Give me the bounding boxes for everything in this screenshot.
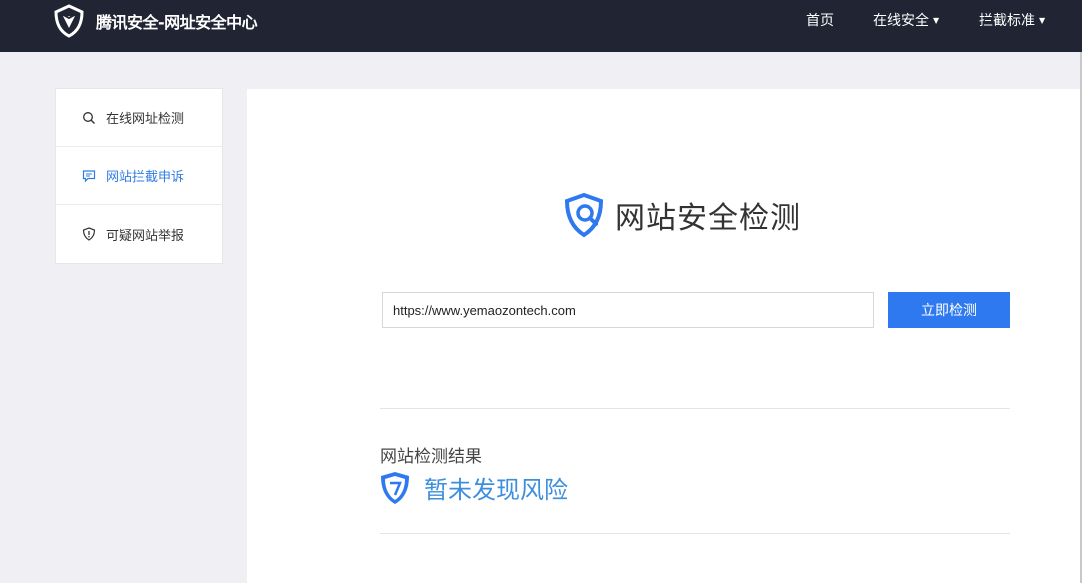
search-icon [83,111,95,124]
sidebar-menu: 在线网址检测 网站拦截申诉 可疑网站举报 [55,88,223,264]
sidebar-item-url-check[interactable]: 在线网址检测 [56,89,222,147]
shield-search-icon [564,192,604,238]
nav-online-security[interactable]: 在线安全 ▼ [873,0,939,40]
nav-home[interactable]: 首页 [806,0,834,40]
brand-name: 腾讯安全-网址安全中心 [96,13,258,32]
shield-check-icon [381,471,409,504]
sidebar-item-report-suspicious[interactable]: 可疑网站举报 [56,205,222,263]
sidebar-item-label: 网站拦截申诉 [106,170,185,185]
nav-block-standards-label: 拦截标准 [979,13,1035,29]
result-status: 暂未发现风险 [380,470,568,505]
result-heading: 网站检测结果 [380,447,482,467]
page-title-text: 网站安全检测 [615,201,801,236]
message-icon [82,169,96,182]
nav-home-label: 首页 [806,13,834,29]
sidebar-item-label: 在线网址检测 [106,112,185,127]
nav-block-standards[interactable]: 拦截标准 ▼ [979,0,1045,40]
tencent-security-logo-icon [54,4,84,38]
result-status-text: 暂未发现风险 [424,476,568,504]
url-input[interactable] [382,292,874,328]
shield-alert-icon [82,227,96,241]
nav-online-security-label: 在线安全 [873,13,929,29]
brand-logo-link[interactable]: 腾讯安全-网址安全中心 [52,4,258,38]
check-now-button[interactable]: 立即检测 [888,292,1010,328]
sidebar-item-block-appeal[interactable]: 网站拦截申诉 [56,147,222,205]
divider [380,533,1010,534]
chevron-down-icon: ▼ [1039,15,1046,25]
top-navigation-bar: 腾讯安全-网址安全中心 首页 在线安全 ▼ 拦截标准 ▼ [0,0,1082,52]
sidebar-item-label: 可疑网站举报 [106,228,185,244]
divider [380,408,1010,409]
page-title: 网站安全检测 [561,192,801,238]
chevron-down-icon: ▼ [933,15,940,25]
main-panel [247,89,1082,583]
